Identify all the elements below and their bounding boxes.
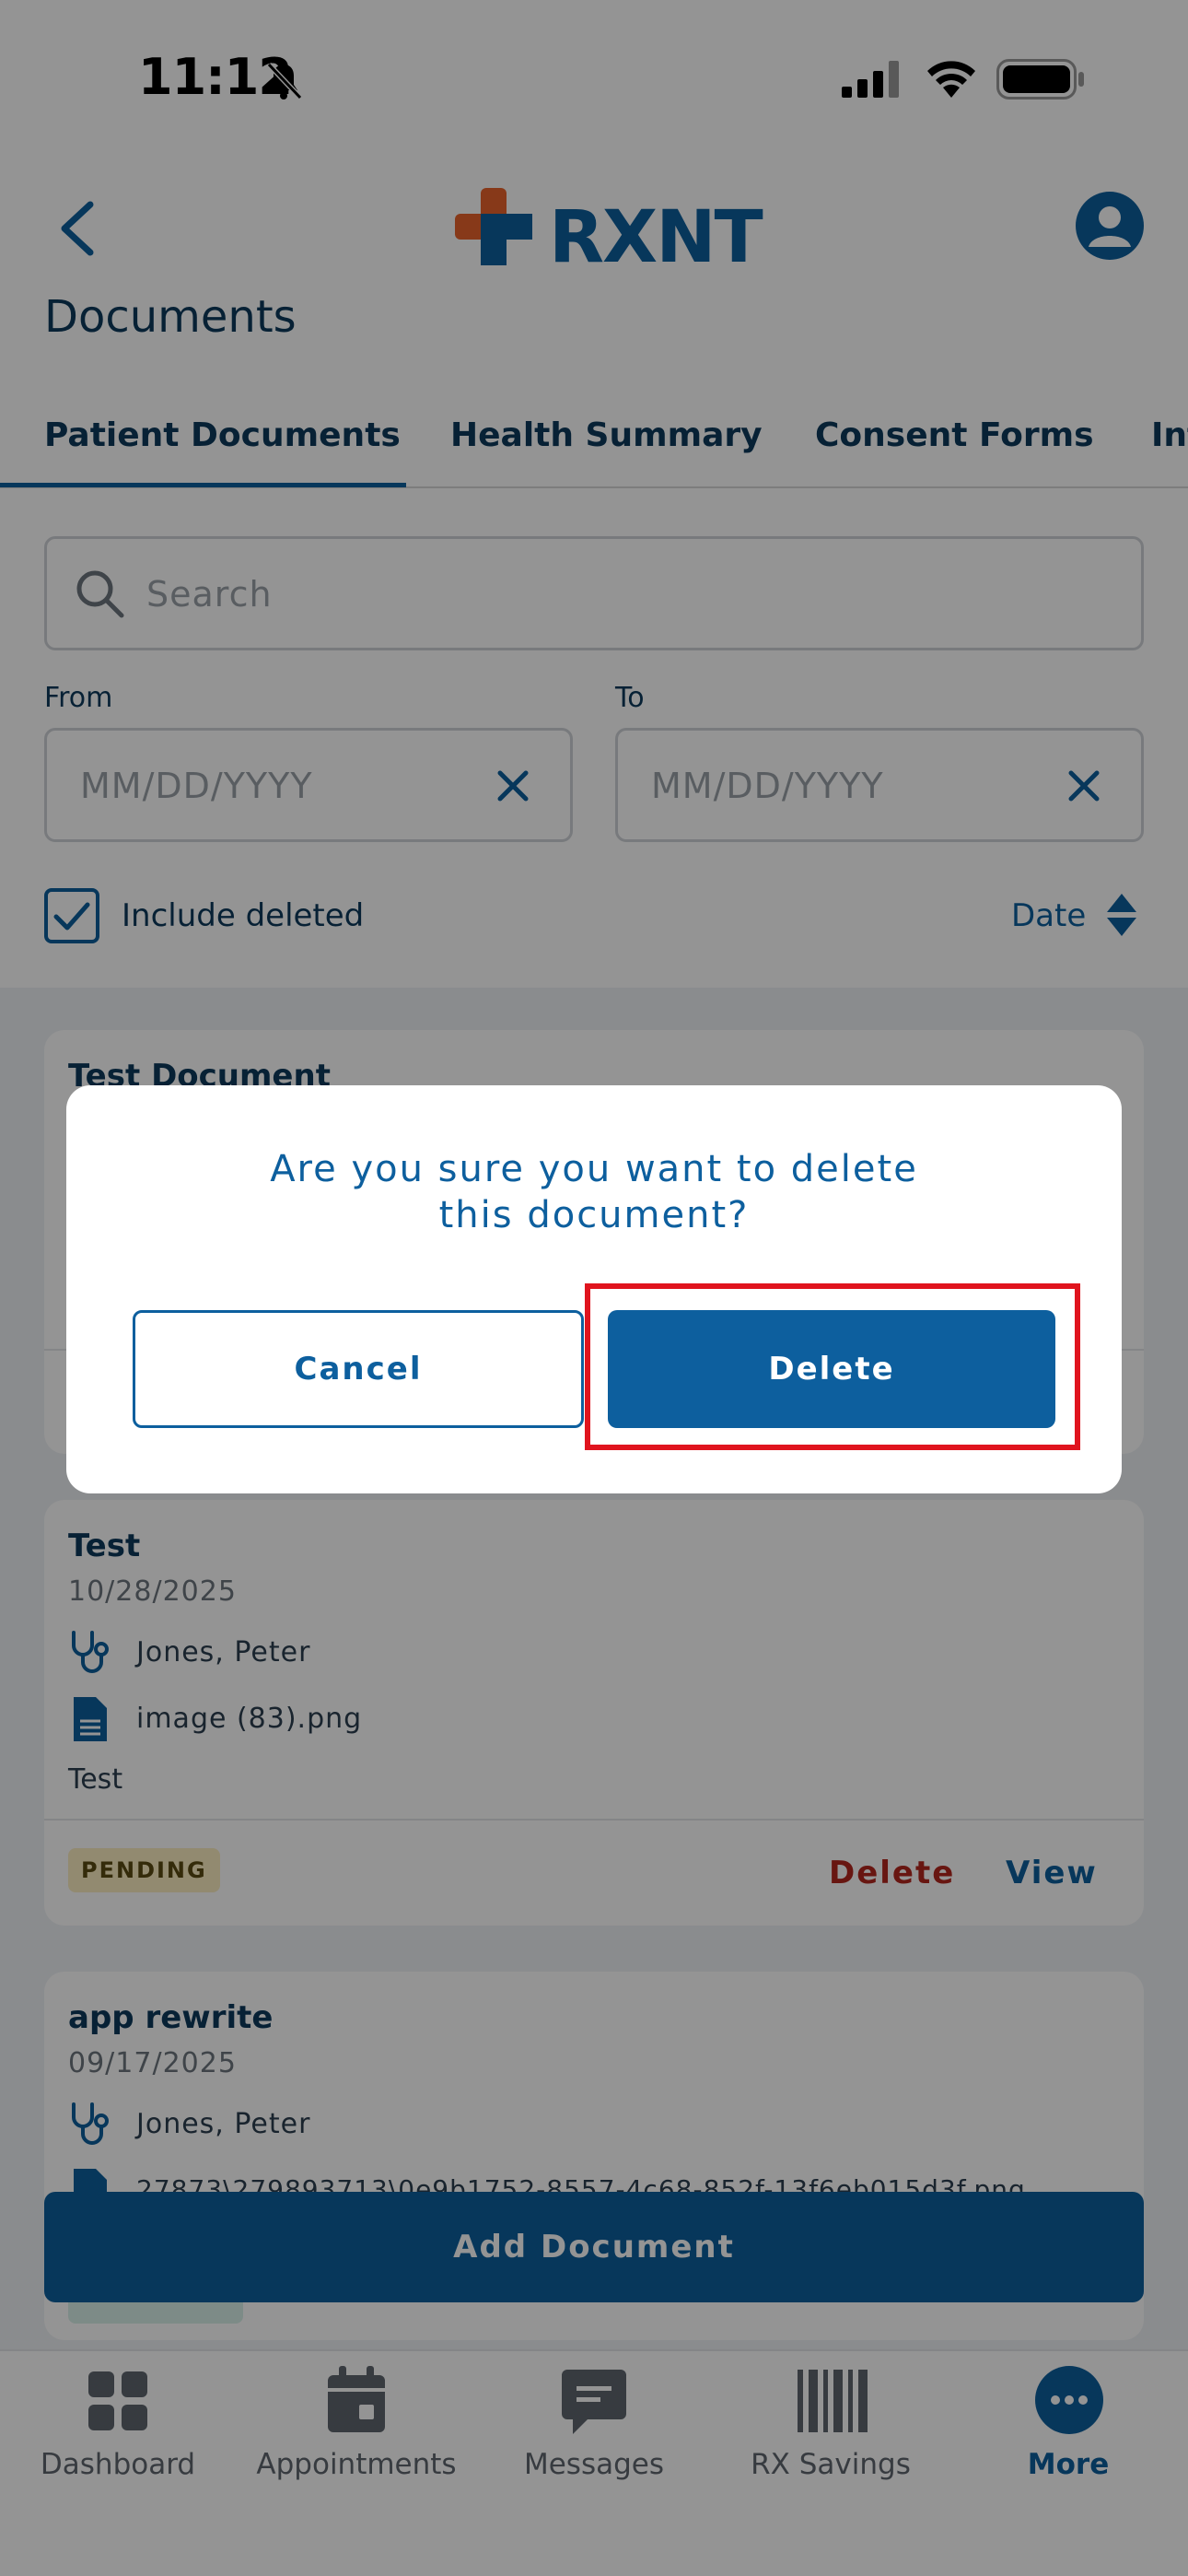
delete-button-highlight	[585, 1283, 1080, 1450]
cancel-button[interactable]: Cancel	[133, 1310, 584, 1428]
dialog-message: Are you sure you want to delete this doc…	[270, 1148, 918, 1236]
